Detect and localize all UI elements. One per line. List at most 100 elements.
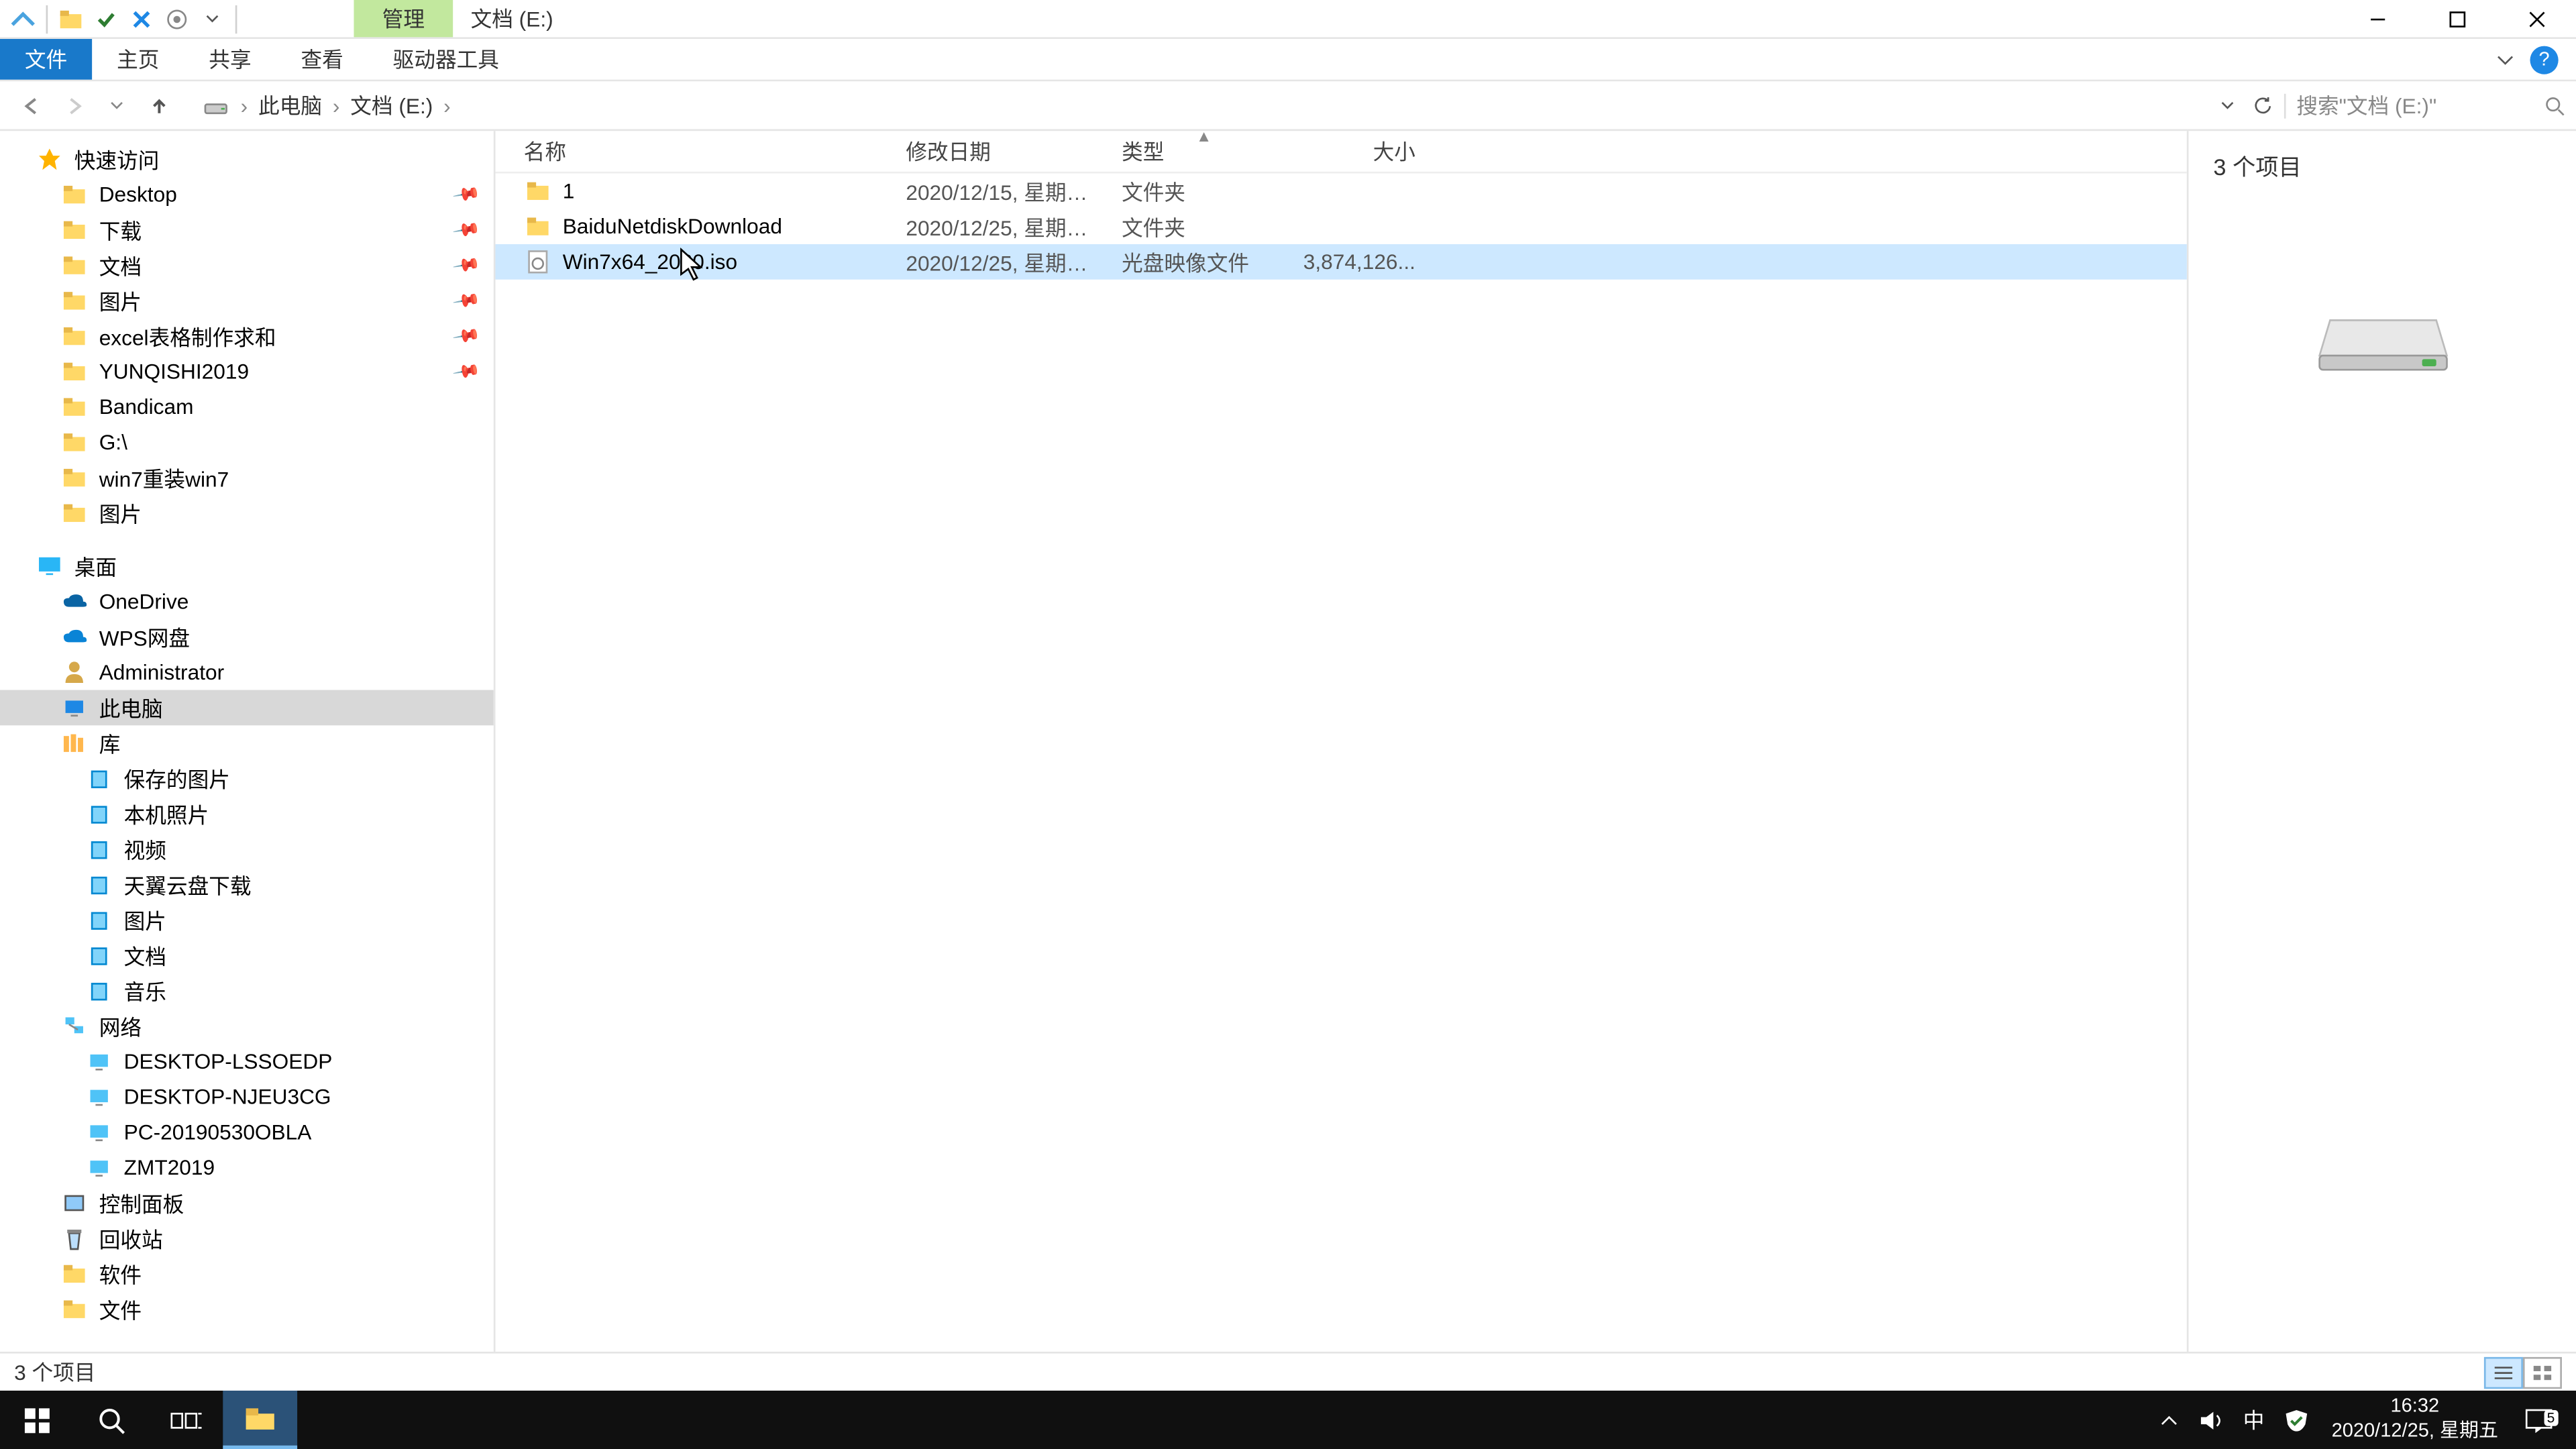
tree-library-item[interactable]: 保存的图片: [0, 761, 494, 796]
qat-dropdown-icon[interactable]: [197, 3, 228, 34]
pin-icon: 📌: [450, 251, 480, 280]
start-button[interactable]: [0, 1391, 74, 1449]
ime-indicator[interactable]: 中: [2233, 1405, 2275, 1435]
taskbar-explorer[interactable]: [223, 1391, 297, 1449]
tree-desktop-item[interactable]: OneDrive: [0, 584, 494, 619]
tree-quick-item[interactable]: win7重装win7: [0, 460, 494, 496]
address-bar[interactable]: › 此电脑 › 文档 (E:) ›: [191, 91, 2214, 121]
search-icon[interactable]: [2544, 95, 2566, 116]
search-box[interactable]: [2284, 93, 2576, 117]
library-icon: [60, 731, 89, 755]
qat-check-icon[interactable]: [91, 3, 122, 34]
tree-network[interactable]: 网络: [0, 1008, 494, 1044]
search-taskbar-button[interactable]: [74, 1391, 149, 1449]
tree-quick-item[interactable]: excel表格制作求和📌: [0, 319, 494, 354]
star-icon: [36, 147, 64, 172]
library-item-icon: [85, 802, 113, 826]
ribbon-tab-drive-tools[interactable]: 驱动器工具: [368, 39, 524, 80]
task-view-button[interactable]: [149, 1391, 223, 1449]
view-details-button[interactable]: [2484, 1356, 2523, 1388]
volume-icon[interactable]: [2190, 1409, 2233, 1431]
file-row[interactable]: BaiduNetdiskDownload2020/12/25, 星期五 1...…: [495, 209, 2186, 244]
tree-desktop-item[interactable]: Administrator: [0, 655, 494, 690]
tree-desktop-item[interactable]: 此电脑: [0, 690, 494, 726]
folder-icon: [60, 466, 89, 490]
forward-button[interactable]: [60, 91, 89, 119]
tree-files[interactable]: 文件: [0, 1291, 494, 1327]
folder-icon: [60, 1261, 89, 1286]
search-input[interactable]: [2296, 93, 2526, 117]
ribbon-tab-share[interactable]: 共享: [184, 39, 276, 80]
tree-library-item[interactable]: 天翼云盘下载: [0, 867, 494, 902]
tree-desktop-item[interactable]: WPS网盘: [0, 619, 494, 655]
tree-quick-item[interactable]: Desktop📌: [0, 177, 494, 213]
file-row[interactable]: 12020/12/15, 星期二 1...文件夹: [495, 173, 2186, 209]
refresh-button[interactable]: [2249, 91, 2277, 119]
qat-app-icon[interactable]: [7, 3, 39, 34]
item-icon: [60, 589, 89, 614]
file-list[interactable]: ▲ 名称 修改日期 类型 大小 12020/12/15, 星期二 1...文件夹…: [495, 131, 2186, 1352]
breadcrumb[interactable]: 此电脑: [258, 91, 322, 121]
tree-library-item[interactable]: 音乐: [0, 973, 494, 1009]
tree-library-item[interactable]: 图片: [0, 902, 494, 938]
tree-recycle-bin[interactable]: 回收站: [0, 1221, 494, 1256]
clock[interactable]: 16:32 2020/12/25, 星期五: [2318, 1397, 2513, 1444]
tree-quick-item[interactable]: YUNQISHI2019📌: [0, 354, 494, 389]
ribbon-tab-home[interactable]: 主页: [92, 39, 184, 80]
view-icons-button[interactable]: [2523, 1356, 2562, 1388]
computer-icon: [85, 1049, 113, 1074]
qat-settings-icon[interactable]: [161, 3, 193, 34]
tree-quick-item[interactable]: Bandicam: [0, 389, 494, 425]
tree-quick-item[interactable]: 图片: [0, 495, 494, 531]
help-button[interactable]: ?: [2530, 45, 2558, 73]
tree-library-item[interactable]: 视频: [0, 832, 494, 867]
qat-folder-icon[interactable]: [55, 3, 87, 34]
tree-quick-item[interactable]: 下载📌: [0, 212, 494, 248]
library-item-icon: [85, 872, 113, 897]
tree-quick-item[interactable]: 图片📌: [0, 283, 494, 319]
ribbon-tab-file[interactable]: 文件: [0, 39, 92, 80]
chevron-right-icon[interactable]: ›: [443, 93, 451, 117]
up-button[interactable]: [145, 91, 173, 119]
tree-library-item[interactable]: 文档: [0, 938, 494, 973]
security-icon[interactable]: [2275, 1407, 2317, 1432]
minimize-button[interactable]: [2337, 0, 2417, 38]
tree-quick-item[interactable]: 文档📌: [0, 248, 494, 283]
tree-quick-item[interactable]: G:\: [0, 425, 494, 460]
main-area: 快速访问 Desktop📌下载📌文档📌图片📌excel表格制作求和📌YUNQIS…: [0, 131, 2576, 1352]
column-size[interactable]: 大小: [1288, 136, 1430, 166]
recent-dropdown[interactable]: [103, 91, 131, 119]
tree-quick-access[interactable]: 快速访问: [0, 142, 494, 177]
library-item-icon: [85, 837, 113, 861]
tree-library-item[interactable]: 本机照片: [0, 796, 494, 832]
tree-network-item[interactable]: PC-20190530OBLA: [0, 1115, 494, 1150]
chevron-right-icon[interactable]: ›: [333, 93, 340, 117]
pin-icon: 📌: [450, 286, 480, 315]
ribbon-tab-view[interactable]: 查看: [276, 39, 368, 80]
tree-software[interactable]: 软件: [0, 1256, 494, 1292]
tree-control-panel[interactable]: 控制面板: [0, 1185, 494, 1221]
folder-icon: [60, 1297, 89, 1322]
back-button[interactable]: [17, 91, 46, 119]
qat-close-icon[interactable]: [125, 3, 157, 34]
ribbon-expand-icon[interactable]: [2491, 45, 2519, 73]
address-dropdown-icon[interactable]: [2213, 91, 2241, 119]
tree-library[interactable]: 库: [0, 725, 494, 761]
column-name[interactable]: 名称: [495, 136, 892, 166]
column-date[interactable]: 修改日期: [892, 136, 1108, 166]
tray-chevron-up-icon[interactable]: [2147, 1413, 2190, 1427]
chevron-right-icon[interactable]: ›: [241, 93, 248, 117]
tree-network-item[interactable]: ZMT2019: [0, 1150, 494, 1185]
close-button[interactable]: [2496, 0, 2576, 38]
computer-icon: [85, 1085, 113, 1110]
tree-desktop[interactable]: 桌面: [0, 549, 494, 584]
ribbon-context-tab[interactable]: 管理: [354, 0, 453, 37]
tree-network-item[interactable]: DESKTOP-LSSOEDP: [0, 1044, 494, 1079]
action-center-button[interactable]: 5: [2512, 1407, 2565, 1432]
maximize-button[interactable]: [2417, 0, 2497, 38]
breadcrumb[interactable]: 文档 (E:): [350, 91, 433, 121]
folder-icon: [60, 288, 89, 313]
navigation-pane[interactable]: 快速访问 Desktop📌下载📌文档📌图片📌excel表格制作求和📌YUNQIS…: [0, 131, 495, 1352]
tree-network-item[interactable]: DESKTOP-NJEU3CG: [0, 1079, 494, 1115]
file-row[interactable]: Win7x64_2020.iso2020/12/25, 星期五 1...光盘映像…: [495, 244, 2186, 280]
